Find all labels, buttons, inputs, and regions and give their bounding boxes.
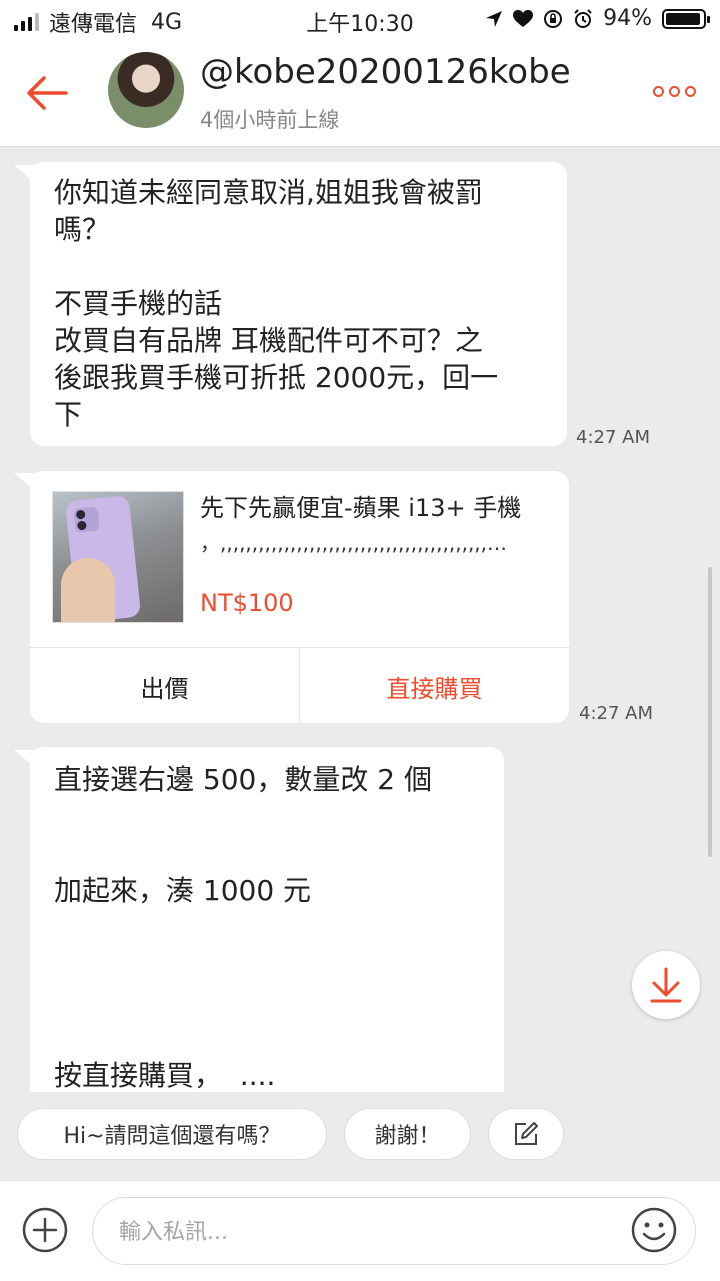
message-input[interactable] bbox=[117, 1212, 601, 1252]
emoji-icon[interactable] bbox=[630, 1206, 678, 1254]
scrollbar[interactable] bbox=[708, 567, 712, 857]
edit-quick-replies-button[interactable] bbox=[488, 1108, 564, 1160]
scroll-to-bottom-button[interactable] bbox=[632, 951, 700, 1019]
alarm-icon bbox=[574, 8, 592, 28]
quick-reply-button[interactable]: Hi~請問這個還有嗎？ bbox=[17, 1108, 327, 1160]
edit-icon bbox=[515, 1122, 538, 1145]
message-input-wrapper bbox=[92, 1197, 696, 1265]
quick-reply-button[interactable]: 謝謝！ bbox=[344, 1108, 471, 1160]
message-bubble: 直接選右邊 500，數量改 2 個 加起來，湊 1000 元 按直接購買， ..… bbox=[30, 747, 504, 1092]
make-offer-button[interactable]: 出價 bbox=[30, 648, 300, 724]
scroll-down-icon bbox=[650, 967, 682, 1003]
location-icon bbox=[486, 10, 503, 27]
chat-area[interactable]: 你知道未經同意取消,姐姐我會被罰 嗎？ 不買手機的話 改買自有品牌 耳機配件可不… bbox=[0, 147, 720, 1092]
more-icon[interactable] bbox=[653, 86, 696, 97]
product-actions: 出價 直接購買 bbox=[30, 647, 569, 724]
message-text: 你知道未經同意取消,姐姐我會被罰 嗎？ 不買手機的話 改買自有品牌 耳機配件可不… bbox=[54, 176, 499, 431]
battery-percent: 94% bbox=[603, 6, 652, 31]
product-price: NT$100 bbox=[200, 589, 294, 617]
product-card[interactable]: 先下先贏便宜-蘋果 i13+ 手機 ，,,,,,,,,,,,,,,,,,,,,,… bbox=[30, 471, 569, 724]
chat-header: @kobe20200126kobe 4個小時前上線 bbox=[0, 40, 720, 147]
status-bar: 遠傳電信 4G 上午10:30 94% bbox=[0, 0, 720, 40]
message-text: 直接選右邊 500，數量改 2 個 加起來，湊 1000 元 按直接購買， ..… bbox=[54, 763, 432, 1092]
heart-icon bbox=[513, 9, 534, 27]
quick-replies: Hi~請問這個還有嗎？ 謝謝！ bbox=[0, 1092, 720, 1180]
message-input-bar bbox=[0, 1180, 720, 1281]
battery-icon bbox=[662, 8, 710, 29]
product-image[interactable] bbox=[52, 491, 184, 623]
message-time: 4:27 AM bbox=[576, 427, 650, 448]
product-title[interactable]: 先下先贏便宜-蘋果 i13+ 手機 bbox=[200, 491, 550, 525]
chat-username[interactable]: @kobe20200126kobe bbox=[200, 52, 571, 92]
back-arrow-icon[interactable] bbox=[24, 70, 70, 116]
rotation-lock-icon bbox=[544, 9, 563, 28]
message-time: 4:27 AM bbox=[579, 703, 653, 724]
last-seen: 4個小時前上線 bbox=[200, 108, 340, 132]
message-bubble: 你知道未經同意取消,姐姐我會被罰 嗎？ 不買手機的話 改買自有品牌 耳機配件可不… bbox=[30, 162, 567, 446]
plus-icon[interactable] bbox=[22, 1207, 68, 1253]
avatar[interactable] bbox=[108, 52, 184, 128]
buy-now-button[interactable]: 直接購買 bbox=[300, 648, 569, 724]
product-title-cont: ，,,,,,,,,,,,,,,,,,,,,,,,,,,,,,,,,,,,,,,,… bbox=[200, 531, 508, 555]
